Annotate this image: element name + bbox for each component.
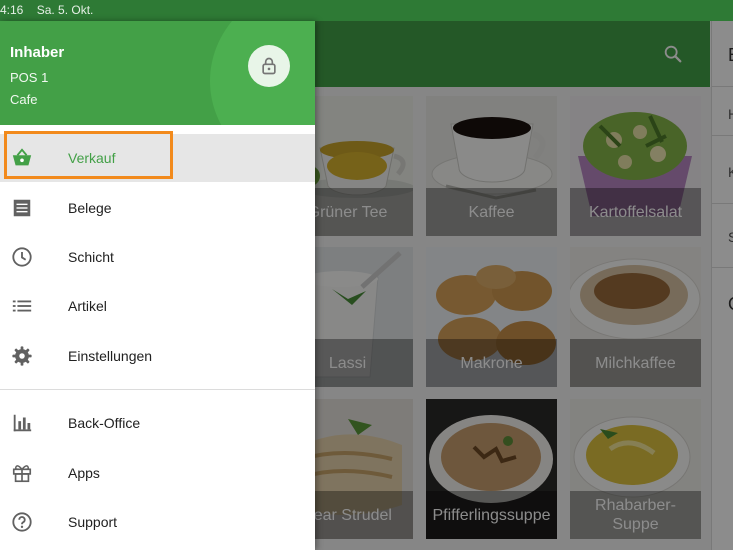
nav-item-back-office[interactable]: Back-Office <box>0 399 315 447</box>
nav-label: Schicht <box>68 249 114 265</box>
nav-label: Artikel <box>68 298 107 314</box>
nav-label: Belege <box>68 200 112 216</box>
drawer-header: Inhaber POS 1 Cafe <box>0 21 315 125</box>
nav-item-belege[interactable]: Belege <box>0 184 315 232</box>
nav-label: Back-Office <box>68 415 141 431</box>
status-date: Sa. 5. Okt. <box>36 3 94 17</box>
bar-chart-icon <box>13 414 32 432</box>
gear-icon <box>12 346 32 366</box>
store-name: Cafe <box>10 92 38 107</box>
nav-label: Apps <box>68 465 100 481</box>
nav-label: Einstellungen <box>68 348 153 364</box>
gift-icon <box>12 465 32 483</box>
status-time: 4:16 <box>0 3 24 17</box>
status-bar: 4:16 Sa. 5. Okt. <box>0 0 733 21</box>
pos-name: POS 1 <box>10 70 49 85</box>
clock-icon <box>12 247 32 267</box>
nav-item-apps[interactable]: Apps <box>0 449 315 497</box>
user-name: Inhaber <box>10 44 65 61</box>
nav-item-schicht[interactable]: Schicht <box>0 233 315 281</box>
selection-highlight <box>4 131 173 179</box>
lock-icon <box>262 57 276 75</box>
nav-item-support[interactable]: Support <box>0 498 315 546</box>
help-circle-icon <box>12 512 32 532</box>
drawer-divider <box>0 389 315 390</box>
nav-label: Support <box>68 514 118 530</box>
nav-item-einstellungen[interactable]: Einstellungen <box>0 332 315 380</box>
navigation-drawer: Inhaber POS 1 Cafe Verkauf Belege Schich… <box>0 21 315 550</box>
list-icon <box>12 300 32 312</box>
receipt-icon <box>13 199 31 217</box>
nav-item-artikel[interactable]: Artikel <box>0 282 315 330</box>
lock-button[interactable] <box>248 45 290 87</box>
